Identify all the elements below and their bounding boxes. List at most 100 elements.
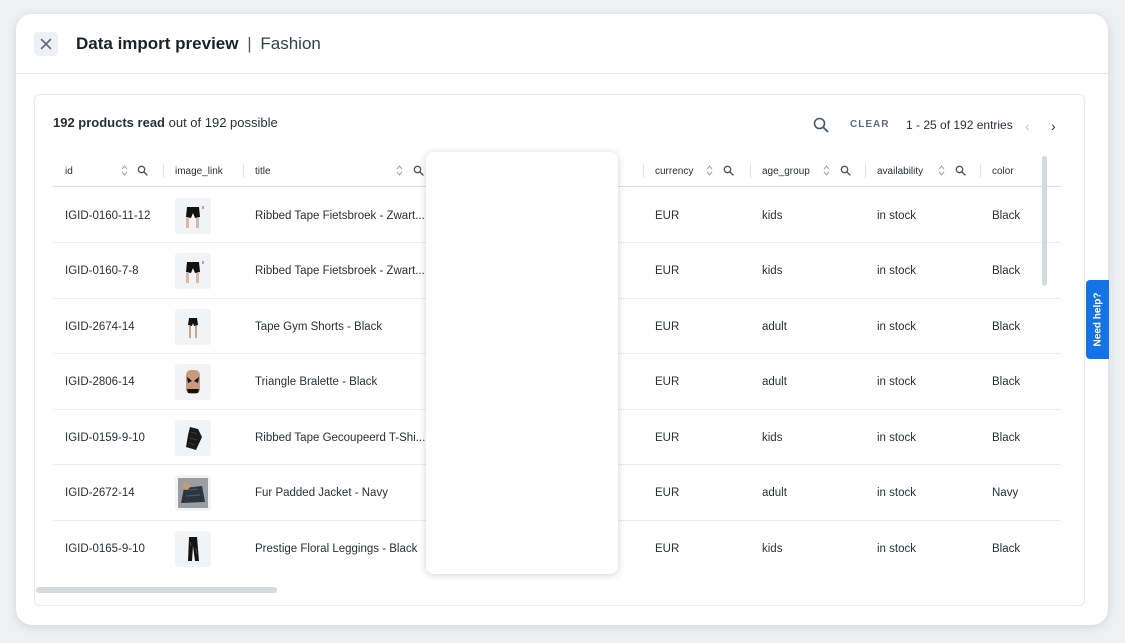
products-count: 192 products read out of 192 possible <box>53 115 278 130</box>
horizontal-scrollbar[interactable] <box>36 587 277 593</box>
column-divider <box>865 164 866 178</box>
table-row[interactable]: IGID-2672-14 Fur Padded Jacket - Navy Appa… <box>53 466 1061 521</box>
cell-image <box>175 188 241 243</box>
column-header-label: availability <box>877 165 924 177</box>
cell-age-group: adult <box>762 487 787 499</box>
cell-category: Apparel & Accessories > Clothi... <box>449 431 617 444</box>
cell-age-group: kids <box>762 209 783 222</box>
table-row[interactable]: IGID-0165-9-10 Prestige Floral Leggings -… <box>53 521 1061 575</box>
cell-currency: EUR <box>655 209 680 222</box>
column-header-color[interactable]: color <box>980 155 1061 187</box>
column-divider <box>750 164 751 178</box>
table-row[interactable]: IGID-0160-11-12 Ribbed Tape Fietsbroek - … <box>53 188 1061 243</box>
cell-id: IGID-0165-9-10 <box>65 542 145 555</box>
table-row[interactable]: IGID-2674-14 Tape Gym Shorts - Black Appar… <box>53 299 1061 354</box>
table-row[interactable]: IGID-2806-14 Triangle Bralette - Black App… <box>53 355 1061 410</box>
column-search-icon[interactable] <box>605 165 616 176</box>
table-row[interactable]: IGID-0159-9-10 Ribbed Tape Gecoupeerd T-S… <box>53 410 1061 465</box>
column-search-icon[interactable] <box>137 165 148 176</box>
clear-button[interactable]: CLEAR <box>850 119 889 130</box>
column-header-label: currency <box>655 165 694 177</box>
sort-icon[interactable] <box>706 164 713 177</box>
search-icon <box>813 117 829 133</box>
next-page-button[interactable]: › <box>1051 118 1056 134</box>
table-header: id image_link title google_product_category… <box>53 155 1061 187</box>
cell-color: Black <box>992 320 1021 333</box>
cell-image <box>175 521 241 575</box>
panel-toolbar: 192 products read out of 192 possible CL… <box>35 95 1084 153</box>
cell-category: Apparel & Accessories > Clothi... <box>449 209 617 222</box>
product-thumbnail[interactable] <box>175 364 211 400</box>
sort-icon[interactable] <box>396 164 403 177</box>
product-thumbnail[interactable] <box>175 419 211 456</box>
product-thumbnail[interactable] <box>175 308 211 345</box>
sort-icon[interactable] <box>938 164 945 177</box>
column-search-icon[interactable] <box>723 165 734 176</box>
cell-age-group: kids <box>762 265 783 277</box>
product-thumbnail[interactable] <box>175 253 211 289</box>
cell-id: IGID-0160-11-12 <box>65 209 151 222</box>
product-thumbnail[interactable] <box>175 530 211 567</box>
chevron-left-icon: ‹ <box>1025 118 1030 134</box>
cell-age-group: adult <box>762 376 787 388</box>
cell-title: Ribbed Tape Fietsbroek - Zwart... <box>255 265 425 277</box>
column-header-currency[interactable]: currency <box>643 155 750 187</box>
cell-image <box>175 466 241 521</box>
cell-category: Apparel & Accessories > Clothi... <box>449 320 617 333</box>
cell-id: IGID-0159-9-10 <box>65 431 145 444</box>
cell-availability: in stock <box>877 487 916 499</box>
import-preview-modal: Data import preview | Fashion 192 produc… <box>16 14 1108 625</box>
column-header-id[interactable]: id <box>53 155 163 187</box>
cell-title: Fur Padded Jacket - Navy <box>255 487 388 499</box>
column-divider <box>980 164 981 178</box>
cell-id: IGID-0160-7-8 <box>65 265 139 277</box>
column-search-icon[interactable] <box>413 165 424 176</box>
cell-currency: EUR <box>655 320 680 333</box>
products-table: id image_link title google_product_category… <box>53 155 1061 575</box>
column-search-icon[interactable] <box>840 165 851 176</box>
products-count-rest: out of 192 possible <box>165 115 278 130</box>
sort-icon[interactable] <box>121 164 128 177</box>
cell-image <box>175 299 241 354</box>
sort-icon[interactable] <box>588 164 595 177</box>
prev-page-button[interactable]: ‹ <box>1025 118 1030 134</box>
column-header-label: google_product_category <box>449 165 562 177</box>
sort-icon[interactable] <box>823 164 830 177</box>
cell-currency: EUR <box>655 431 680 444</box>
product-thumbnail[interactable] <box>175 197 211 234</box>
column-header-availability[interactable]: availability <box>865 155 980 187</box>
cell-age-group: kids <box>762 431 783 444</box>
column-header-age-group[interactable]: age_group <box>750 155 865 187</box>
column-header-title[interactable]: title <box>243 155 437 187</box>
need-help-button[interactable]: Need help? <box>1086 280 1109 359</box>
cell-id: IGID-2806-14 <box>65 376 135 388</box>
column-header-label: image_link <box>175 165 223 177</box>
column-divider <box>437 164 438 178</box>
column-header-image-link[interactable]: image_link <box>163 155 243 187</box>
cell-category: Apparel & Accessories > Clothi... <box>449 542 617 555</box>
column-search-icon[interactable] <box>955 165 966 176</box>
cell-color: Black <box>992 209 1021 222</box>
cell-image <box>175 410 241 465</box>
title-subtitle: Fashion <box>260 33 321 53</box>
table-row[interactable]: IGID-0160-7-8 Ribbed Tape Fietsbroek - Zw… <box>53 244 1061 299</box>
column-header-google-product-category[interactable]: google_product_category <box>437 155 643 187</box>
product-thumbnail[interactable] <box>175 475 211 511</box>
vertical-scrollbar[interactable] <box>1042 156 1047 286</box>
cell-color: Black <box>992 431 1021 444</box>
cell-title: Prestige Floral Leggings - Black <box>255 542 418 555</box>
close-icon <box>40 38 52 49</box>
cell-currency: EUR <box>655 487 680 499</box>
cell-age-group: adult <box>762 320 787 333</box>
cell-currency: EUR <box>655 265 680 277</box>
cell-availability: in stock <box>877 209 916 222</box>
column-header-label: age_group <box>762 165 810 177</box>
close-button[interactable] <box>34 31 58 56</box>
cell-title: Ribbed Tape Gecoupeerd T-Shi... <box>255 431 426 444</box>
search-button[interactable] <box>812 116 830 134</box>
cell-currency: EUR <box>655 376 680 388</box>
cell-color: Black <box>992 542 1021 555</box>
column-header-label: color <box>992 165 1014 177</box>
preview-panel: 192 products read out of 192 possible CL… <box>34 94 1085 606</box>
column-divider <box>643 164 644 178</box>
